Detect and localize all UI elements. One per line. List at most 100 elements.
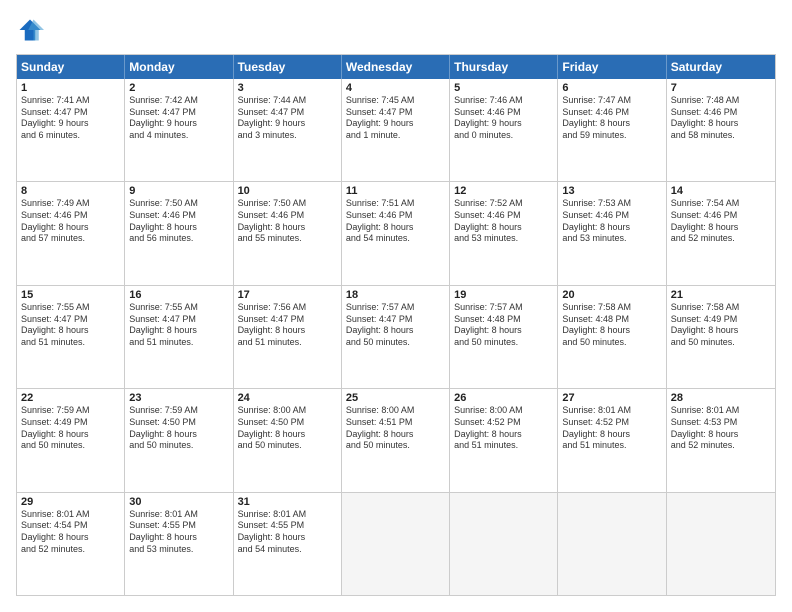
cell-info-line: and 1 minute.	[346, 130, 445, 142]
cell-info-line: Sunset: 4:47 PM	[21, 107, 120, 119]
calendar-day-21: 21Sunrise: 7:58 AMSunset: 4:49 PMDayligh…	[667, 286, 775, 388]
cell-info-line: Sunrise: 7:41 AM	[21, 95, 120, 107]
cell-info-line: Sunset: 4:46 PM	[562, 210, 661, 222]
cell-info-line: and 57 minutes.	[21, 233, 120, 245]
calendar-day-1: 1Sunrise: 7:41 AMSunset: 4:47 PMDaylight…	[17, 79, 125, 181]
day-number: 25	[346, 392, 445, 404]
cell-info-line: Daylight: 8 hours	[346, 222, 445, 234]
cell-info-line: Sunset: 4:49 PM	[21, 417, 120, 429]
day-number: 31	[238, 496, 337, 508]
calendar-day-31: 31Sunrise: 8:01 AMSunset: 4:55 PMDayligh…	[234, 493, 342, 595]
calendar-day-6: 6Sunrise: 7:47 AMSunset: 4:46 PMDaylight…	[558, 79, 666, 181]
page: SundayMondayTuesdayWednesdayThursdayFrid…	[0, 0, 792, 612]
cell-info-line: Sunset: 4:49 PM	[671, 314, 771, 326]
cell-info-line: Sunset: 4:55 PM	[238, 520, 337, 532]
cell-info-line: and 53 minutes.	[129, 544, 228, 556]
cell-info-line: Sunrise: 7:55 AM	[129, 302, 228, 314]
day-number: 11	[346, 185, 445, 197]
cell-info-line: Sunset: 4:51 PM	[346, 417, 445, 429]
day-number: 17	[238, 289, 337, 301]
cell-info-line: Daylight: 9 hours	[238, 118, 337, 130]
day-number: 29	[21, 496, 120, 508]
cell-info-line: Daylight: 8 hours	[21, 532, 120, 544]
cell-info-line: Sunrise: 7:45 AM	[346, 95, 445, 107]
cell-info-line: and 58 minutes.	[671, 130, 771, 142]
cell-info-line: Daylight: 8 hours	[346, 429, 445, 441]
cell-info-line: Sunset: 4:47 PM	[346, 314, 445, 326]
cell-info-line: Sunrise: 8:01 AM	[562, 405, 661, 417]
cell-info-line: Sunrise: 7:42 AM	[129, 95, 228, 107]
day-number: 5	[454, 82, 553, 94]
day-number: 30	[129, 496, 228, 508]
cell-info-line: Daylight: 8 hours	[562, 429, 661, 441]
cell-info-line: Daylight: 8 hours	[129, 325, 228, 337]
cell-info-line: and 50 minutes.	[346, 337, 445, 349]
calendar-day-16: 16Sunrise: 7:55 AMSunset: 4:47 PMDayligh…	[125, 286, 233, 388]
cell-info-line: Sunset: 4:48 PM	[454, 314, 553, 326]
cell-info-line: Daylight: 9 hours	[454, 118, 553, 130]
calendar-day-25: 25Sunrise: 8:00 AMSunset: 4:51 PMDayligh…	[342, 389, 450, 491]
cell-info-line: Sunset: 4:46 PM	[346, 210, 445, 222]
cell-info-line: and 50 minutes.	[562, 337, 661, 349]
cell-info-line: Daylight: 8 hours	[129, 429, 228, 441]
cell-info-line: and 3 minutes.	[238, 130, 337, 142]
cell-info-line: Sunrise: 8:01 AM	[21, 509, 120, 521]
cell-info-line: Daylight: 8 hours	[671, 222, 771, 234]
cell-info-line: and 53 minutes.	[562, 233, 661, 245]
day-header-saturday: Saturday	[667, 55, 775, 79]
calendar-day-17: 17Sunrise: 7:56 AMSunset: 4:47 PMDayligh…	[234, 286, 342, 388]
cell-info-line: Sunrise: 7:52 AM	[454, 198, 553, 210]
day-number: 21	[671, 289, 771, 301]
cell-info-line: Sunrise: 7:56 AM	[238, 302, 337, 314]
cell-info-line: and 56 minutes.	[129, 233, 228, 245]
day-number: 16	[129, 289, 228, 301]
cell-info-line: Sunrise: 7:59 AM	[129, 405, 228, 417]
cell-info-line: Sunset: 4:46 PM	[238, 210, 337, 222]
cell-info-line: Sunset: 4:46 PM	[21, 210, 120, 222]
cell-info-line: Sunset: 4:47 PM	[346, 107, 445, 119]
calendar-header: SundayMondayTuesdayWednesdayThursdayFrid…	[17, 55, 775, 79]
day-number: 23	[129, 392, 228, 404]
calendar: SundayMondayTuesdayWednesdayThursdayFrid…	[16, 54, 776, 596]
calendar-day-30: 30Sunrise: 8:01 AMSunset: 4:55 PMDayligh…	[125, 493, 233, 595]
day-header-wednesday: Wednesday	[342, 55, 450, 79]
day-header-monday: Monday	[125, 55, 233, 79]
day-header-friday: Friday	[558, 55, 666, 79]
day-number: 20	[562, 289, 661, 301]
calendar-day-11: 11Sunrise: 7:51 AMSunset: 4:46 PMDayligh…	[342, 182, 450, 284]
cell-info-line: Sunset: 4:46 PM	[562, 107, 661, 119]
calendar-day-10: 10Sunrise: 7:50 AMSunset: 4:46 PMDayligh…	[234, 182, 342, 284]
cell-info-line: Sunset: 4:55 PM	[129, 520, 228, 532]
cell-info-line: Sunrise: 8:00 AM	[454, 405, 553, 417]
day-header-sunday: Sunday	[17, 55, 125, 79]
calendar-week-3: 15Sunrise: 7:55 AMSunset: 4:47 PMDayligh…	[17, 285, 775, 388]
cell-info-line: and 51 minutes.	[21, 337, 120, 349]
cell-info-line: Daylight: 8 hours	[562, 118, 661, 130]
cell-info-line: and 50 minutes.	[238, 440, 337, 452]
cell-info-line: Daylight: 8 hours	[454, 222, 553, 234]
cell-info-line: Daylight: 9 hours	[346, 118, 445, 130]
calendar-day-18: 18Sunrise: 7:57 AMSunset: 4:47 PMDayligh…	[342, 286, 450, 388]
day-number: 2	[129, 82, 228, 94]
cell-info-line: Daylight: 9 hours	[129, 118, 228, 130]
calendar-day-13: 13Sunrise: 7:53 AMSunset: 4:46 PMDayligh…	[558, 182, 666, 284]
cell-info-line: Sunrise: 7:55 AM	[21, 302, 120, 314]
calendar-day-22: 22Sunrise: 7:59 AMSunset: 4:49 PMDayligh…	[17, 389, 125, 491]
cell-info-line: Sunset: 4:48 PM	[562, 314, 661, 326]
cell-info-line: Sunrise: 8:00 AM	[238, 405, 337, 417]
calendar-day-4: 4Sunrise: 7:45 AMSunset: 4:47 PMDaylight…	[342, 79, 450, 181]
cell-info-line: and 52 minutes.	[21, 544, 120, 556]
day-number: 24	[238, 392, 337, 404]
day-number: 6	[562, 82, 661, 94]
cell-info-line: Sunrise: 7:44 AM	[238, 95, 337, 107]
calendar-day-9: 9Sunrise: 7:50 AMSunset: 4:46 PMDaylight…	[125, 182, 233, 284]
day-number: 8	[21, 185, 120, 197]
cell-info-line: Daylight: 8 hours	[129, 222, 228, 234]
cell-info-line: Sunset: 4:46 PM	[129, 210, 228, 222]
cell-info-line: Daylight: 8 hours	[346, 325, 445, 337]
cell-info-line: Sunset: 4:46 PM	[671, 107, 771, 119]
cell-info-line: Sunset: 4:50 PM	[129, 417, 228, 429]
day-number: 26	[454, 392, 553, 404]
cell-info-line: and 52 minutes.	[671, 440, 771, 452]
cell-info-line: and 51 minutes.	[454, 440, 553, 452]
